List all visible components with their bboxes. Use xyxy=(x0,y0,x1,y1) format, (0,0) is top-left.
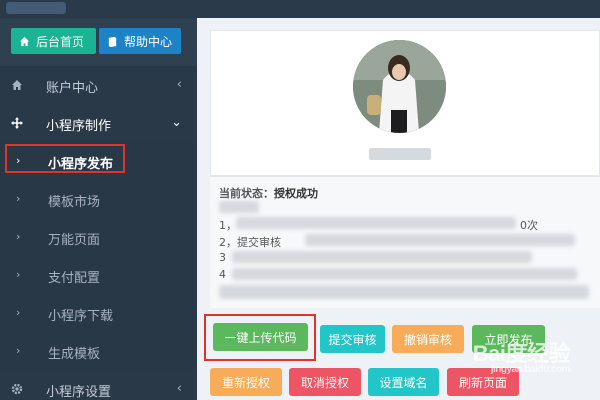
blurred-text xyxy=(219,201,259,213)
cancel-auth-button[interactable]: 取消授权 xyxy=(289,368,361,396)
main-panel: 当前状态：授权成功 1， 0次 2，提交审核 3 4 一键上传代码 提交审核 撤… xyxy=(197,18,600,400)
sidebar-item-label: 小程序下载 xyxy=(48,309,114,324)
blurred-text xyxy=(236,217,516,229)
move-arrows-icon xyxy=(11,117,23,129)
set-domain-button[interactable]: 设置域名 xyxy=(368,368,439,396)
instruction-line-1: 1， xyxy=(219,219,237,232)
chevron-right-icon: › xyxy=(16,344,21,357)
top-bar xyxy=(0,0,600,18)
home-icon xyxy=(19,36,30,46)
withdraw-review-button[interactable]: 撤销审核 xyxy=(392,325,464,353)
sidebar-item-miniapp-publish[interactable]: › 小程序发布 xyxy=(0,142,197,180)
profile-card xyxy=(210,30,600,176)
chevron-left-icon: ‹ xyxy=(176,381,182,396)
sidebar-item-label: 小程序制作 xyxy=(46,119,112,134)
chevron-right-icon: › xyxy=(16,268,21,281)
avatar-image xyxy=(353,40,446,133)
sidebar: 后台首页 帮助中心 账户中心 ‹ 小程序制作 ⌄ › 小程序发布 › 模板市场 … xyxy=(0,18,197,400)
instruction-line-1-tail: 0次 xyxy=(520,219,538,232)
sidebar-item-payment-config[interactable]: › 支付配置 xyxy=(0,256,197,294)
highlight-box xyxy=(5,144,125,173)
submit-review-button[interactable]: 提交审核 xyxy=(320,325,385,353)
blurred-text xyxy=(232,251,532,263)
blurred-text xyxy=(305,234,575,246)
chevron-right-icon: › xyxy=(16,192,21,205)
help-center-label: 帮助中心 xyxy=(124,34,173,49)
admin-home-label: 后台首页 xyxy=(36,34,85,49)
sidebar-item-miniapp-download[interactable]: › 小程序下载 xyxy=(0,294,197,332)
sidebar-item-label: 支付配置 xyxy=(48,271,101,286)
blurred-text xyxy=(219,285,589,299)
sidebar-item-label: 小程序设置 xyxy=(46,385,112,400)
sidebar-item-label: 万能页面 xyxy=(48,233,101,248)
watermark-brand: Bai度经验 xyxy=(472,341,571,366)
chevron-down-icon: ⌄ xyxy=(171,115,182,130)
upload-code-button[interactable]: 一键上传代码 xyxy=(213,323,308,351)
status-line: 当前状态：授权成功 xyxy=(219,185,318,201)
home-icon xyxy=(12,80,22,90)
reauthorize-button[interactable]: 重新授权 xyxy=(210,368,282,396)
sidebar-item-label: 账户中心 xyxy=(46,81,99,96)
status-value: 授权成功 xyxy=(274,187,318,200)
chevron-right-icon: › xyxy=(16,230,21,243)
book-icon xyxy=(108,36,117,47)
sidebar-item-label: 模板市场 xyxy=(48,195,101,210)
sidebar-item-template-market[interactable]: › 模板市场 xyxy=(0,180,197,218)
sidebar-item-account[interactable]: 账户中心 ‹ xyxy=(0,66,197,104)
watermark: Bai度经验 jingyan.baidu.com xyxy=(472,336,571,375)
admin-home-button[interactable]: 后台首页 xyxy=(11,28,96,54)
sidebar-item-miniapp-settings[interactable]: 小程序设置 ‹ xyxy=(0,370,197,400)
blurred-text xyxy=(232,268,577,280)
logo xyxy=(6,2,66,14)
status-card: 当前状态：授权成功 1， 0次 2，提交审核 3 4 xyxy=(210,176,600,308)
instruction-line-3: 3 xyxy=(219,251,226,264)
sidebar-item-label: 生成模板 xyxy=(48,347,101,362)
help-center-button[interactable]: 帮助中心 xyxy=(99,28,181,54)
quick-links: 后台首页 帮助中心 xyxy=(11,28,181,54)
sidebar-item-universal-page[interactable]: › 万能页面 xyxy=(0,218,197,256)
sidebar-nav: 账户中心 ‹ 小程序制作 ⌄ › 小程序发布 › 模板市场 › 万能页面 › 支… xyxy=(0,66,197,400)
instruction-line-4: 4 xyxy=(219,268,226,281)
instruction-line-2: 2，提交审核 xyxy=(219,236,281,249)
sidebar-item-generate-template[interactable]: › 生成模板 xyxy=(0,332,197,370)
gear-icon xyxy=(11,383,23,395)
account-name-blurred xyxy=(369,148,431,160)
chevron-right-icon: › xyxy=(16,306,21,319)
sidebar-item-miniapp-make[interactable]: 小程序制作 ⌄ xyxy=(0,104,197,142)
chevron-left-icon: ‹ xyxy=(176,77,182,92)
status-label: 当前状态： xyxy=(219,187,274,200)
avatar xyxy=(353,40,446,133)
